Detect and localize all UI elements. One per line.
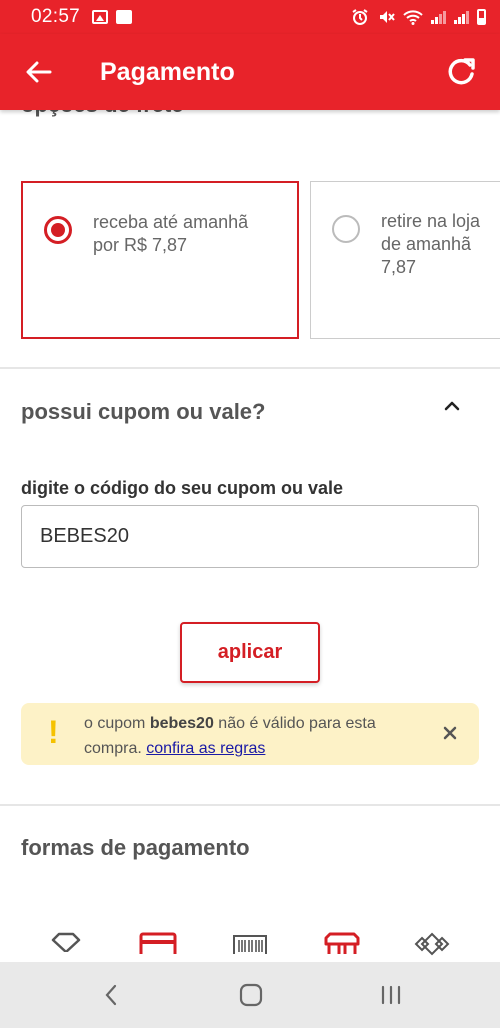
shipping-option-pickup[interactable]: retire na loja de amanhã 7,87 — [310, 181, 500, 339]
signal-icon — [454, 10, 469, 24]
radio-unselected-icon[interactable] — [332, 215, 360, 243]
shipping-section-title: opções de frete — [21, 110, 184, 118]
page-title: Pagamento — [100, 57, 235, 86]
coupon-code-text: bebes20 — [149, 715, 214, 732]
shipping-option-label: retire na loja de amanhã 7,87 — [381, 211, 481, 277]
refresh-button[interactable] — [422, 34, 500, 110]
coupon-code-input[interactable] — [21, 505, 479, 568]
alert-message: o cupom bebes20 não é válido para esta c… — [84, 715, 376, 757]
payment-method-gift-card[interactable] — [410, 932, 454, 962]
payment-method-card[interactable] — [136, 932, 180, 962]
back-button[interactable] — [0, 34, 78, 110]
refresh-icon — [448, 58, 475, 85]
collapse-coupon-button[interactable] — [438, 392, 466, 420]
shipping-option-delivery[interactable]: receba até amanhã por R$ 7,87 — [21, 181, 299, 339]
shipping-option-label: receba até amanhã por R$ 7,87 — [93, 212, 249, 255]
system-navigation-bar — [0, 962, 500, 1028]
nav-home-button[interactable] — [201, 962, 301, 1028]
recents-icon — [381, 985, 401, 1005]
notification-icon — [116, 10, 133, 24]
chevron-up-icon — [444, 401, 460, 411]
apply-coupon-button[interactable]: aplicar — [180, 622, 320, 683]
nav-back-button[interactable] — [61, 962, 161, 1028]
image-notification-icon — [92, 10, 109, 24]
payment-method-store[interactable] — [320, 932, 364, 962]
mute-icon — [380, 11, 395, 23]
rules-link[interactable]: confira as regras — [146, 740, 265, 757]
coupon-field-label: digite o código do seu cupom ou vale — [21, 478, 344, 498]
credit-card-icon — [139, 932, 177, 954]
status-time: 02:57 — [31, 6, 81, 27]
coupon-section-title: possui cupom ou vale? — [21, 399, 266, 424]
payment-method-boleto[interactable] — [228, 932, 272, 962]
coupon-error-alert: ! o cupom bebes20 não é válido para esta… — [21, 703, 479, 765]
signal-icon — [431, 10, 446, 24]
alarm-icon — [352, 9, 368, 25]
divider — [0, 367, 500, 369]
chevron-left-icon — [105, 984, 117, 1006]
wifi-icon — [403, 10, 423, 25]
arrow-left-icon — [26, 61, 52, 83]
payment-section-title: formas de pagamento — [21, 835, 250, 860]
close-icon — [443, 726, 457, 740]
divider — [0, 804, 500, 806]
diamond-icon — [51, 932, 81, 952]
nav-recents-button[interactable] — [341, 962, 441, 1028]
checkout-content[interactable]: opções de frete receba até amanhã por R$… — [0, 110, 500, 962]
home-icon — [239, 983, 263, 1007]
status-bar: 02:57 — [0, 0, 500, 34]
barcode-icon — [233, 935, 267, 954]
close-alert-button[interactable] — [437, 720, 463, 746]
store-icon — [324, 932, 360, 954]
warning-icon: ! — [48, 714, 59, 750]
radio-selected-icon[interactable] — [44, 216, 72, 244]
app-bar: Pagamento — [0, 34, 500, 110]
payment-methods — [0, 932, 500, 962]
battery-icon — [477, 9, 486, 25]
payment-method-diamond[interactable] — [44, 932, 88, 962]
gift-card-icon — [414, 932, 450, 956]
